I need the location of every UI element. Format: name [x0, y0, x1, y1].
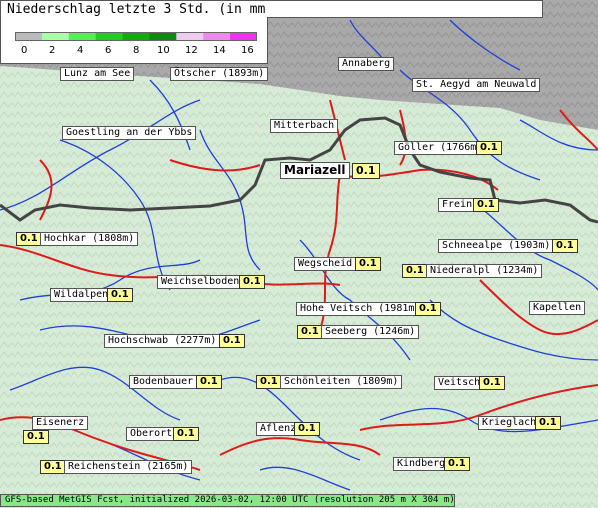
place-label-wildalpen: Wildalpen	[50, 288, 113, 302]
place-label-mariazell: Mariazell	[280, 162, 350, 179]
legend-tick: 16	[241, 45, 254, 56]
place-label-lunz: Lunz am See	[60, 67, 135, 81]
place-label-niederalpl: Niederalpl (1234m)	[426, 264, 543, 278]
precip-value-krieglach: 0.1	[535, 416, 561, 430]
place-label-bodenbauer: Bodenbauer	[129, 375, 198, 389]
place-label-hochkar: Hochkar (1808m)	[40, 232, 139, 246]
colorbar-segment	[95, 32, 124, 41]
legend-tick: 8	[133, 45, 140, 56]
precip-value-hochkar: 0.1	[16, 232, 42, 246]
place-label-veitsch: Veitsch	[434, 376, 485, 390]
legend-tick: 12	[185, 45, 198, 56]
legend-tick: 0	[21, 45, 28, 56]
place-label-aegyd: St. Aegyd am Neuwald	[412, 78, 541, 92]
place-label-frein: Frein	[438, 198, 477, 212]
precip-value-oberort: 0.1	[173, 427, 199, 441]
colorbar	[15, 32, 257, 41]
place-label-kindberg: Kindberg	[393, 457, 450, 471]
precip-value-wildalpen: 0.1	[107, 288, 133, 302]
place-label-oetscher: Ötscher (1893m)	[170, 67, 269, 81]
precip-value-schoenleiten: 0.1	[256, 375, 282, 389]
forecast-footer: GFS-based MetGIS Fcst, initialized 2026-…	[0, 494, 455, 507]
colorbar-segment	[68, 32, 97, 41]
legend-tick: 6	[105, 45, 112, 56]
legend-tick: 4	[77, 45, 84, 56]
place-label-goeller: Göller (1766m)	[394, 141, 487, 155]
place-label-goestling: Goestling an der Ybbs	[62, 126, 197, 140]
precip-value-frein: 0.1	[473, 198, 499, 212]
legend-box: Niederschlag letzte 3 Std. (in mm) bis D…	[0, 0, 508, 64]
precip-value-hoheveitsch: 0.1	[415, 302, 441, 316]
precip-value-schneealpe: 0.1	[552, 239, 578, 253]
legend-tick: 2	[49, 45, 56, 56]
place-label-wegscheid: Wegscheid	[294, 257, 357, 271]
colorbar-segment	[41, 32, 70, 41]
precip-value-eisenerz: 0.1	[23, 430, 49, 444]
precip-value-kindberg: 0.1	[444, 457, 470, 471]
place-label-hoheveitsch: Hohe Veitsch (1981m)	[296, 302, 425, 316]
colorbar-segment	[122, 32, 150, 41]
precip-value-mariazell: 0.1	[352, 163, 380, 179]
place-label-hochschwab: Hochschwab (2277m)	[104, 334, 221, 348]
precipitation-map: Niederschlag letzte 3 Std. (in mm) bis D…	[0, 0, 598, 508]
precip-value-hochschwab: 0.1	[219, 334, 245, 348]
precip-value-reichenstein: 0.1	[40, 460, 66, 474]
place-label-annaberg: Annaberg	[338, 57, 395, 71]
place-label-kapellen: Kapellen	[529, 301, 586, 315]
precip-value-goeller: 0.1	[476, 141, 502, 155]
colorbar-segment	[149, 32, 177, 41]
colorbar-segment	[176, 32, 204, 41]
legend-tick: 10	[157, 45, 170, 56]
colorbar-segment	[230, 32, 257, 41]
place-label-eisenerz: Eisenerz	[32, 416, 89, 430]
precip-value-bodenbauer: 0.1	[196, 375, 222, 389]
place-label-schoenleiten: Schönleiten (1809m)	[280, 375, 403, 389]
precip-value-niederalpl: 0.1	[402, 264, 428, 278]
precip-value-aflenz: 0.1	[294, 422, 320, 436]
place-label-weichselboden: Weichselboden	[157, 275, 244, 289]
precip-value-seeberg: 0.1	[297, 325, 323, 339]
place-label-seeberg: Seeberg (1246m)	[321, 325, 420, 339]
place-label-oberort: Oberort	[126, 427, 177, 441]
place-label-reichenstein: Reichenstein (2165m)	[64, 460, 193, 474]
place-label-mitterbach: Mitterbach	[270, 119, 339, 133]
legend-tick: 14	[213, 45, 226, 56]
precip-value-veitsch: 0.1	[479, 376, 505, 390]
place-label-schneealpe: Schneealpe (1903m)	[438, 239, 555, 253]
precip-value-weichselboden: 0.1	[239, 275, 265, 289]
title-box-extension	[267, 0, 543, 18]
precip-value-wegscheid: 0.1	[355, 257, 381, 271]
colorbar-segment	[203, 32, 231, 41]
colorbar-segment	[15, 32, 43, 41]
place-label-krieglach: Krieglach	[478, 416, 541, 430]
